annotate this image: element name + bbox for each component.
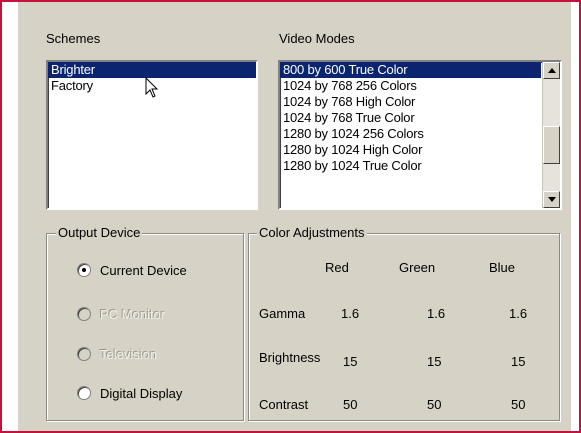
scroll-down-button[interactable] <box>543 191 560 208</box>
video-modes-label: Video Modes <box>279 31 355 46</box>
gamma-green-value[interactable]: 1.6 <box>427 306 445 321</box>
radio-label: Digital Display <box>100 385 183 401</box>
row-label-gamma: Gamma <box>259 306 306 321</box>
video-mode-item[interactable]: 1280 by 1024 True Color <box>280 158 560 174</box>
mouse-cursor-icon <box>145 77 159 98</box>
radio-icon <box>77 307 91 321</box>
video-mode-item[interactable]: 1280 by 1024 High Color <box>280 142 560 158</box>
column-header-blue: Blue <box>489 260 516 275</box>
video-mode-item[interactable]: 1024 by 768 High Color <box>280 94 560 110</box>
gamma-blue-value[interactable]: 1.6 <box>509 306 527 321</box>
video-modes-listbox[interactable]: 800 by 600 True Color 1024 by 768 256 Co… <box>278 60 562 210</box>
scheme-item-brighter[interactable]: Brighter <box>48 62 256 78</box>
video-mode-item[interactable]: 1280 by 1024 256 Colors <box>280 126 560 142</box>
radio-icon <box>77 386 91 400</box>
video-mode-item[interactable]: 1024 by 768 True Color <box>280 110 560 126</box>
gamma-red-value[interactable]: 1.6 <box>341 306 359 321</box>
radio-label: PC Monitor <box>100 306 166 322</box>
dialog-panel: Schemes Brighter Factory Video Modes 800… <box>18 2 571 431</box>
video-modes-scrollbar[interactable] <box>542 62 560 208</box>
column-header-red: Red <box>325 260 349 275</box>
brightness-blue-value[interactable]: 15 <box>511 354 525 369</box>
video-mode-item[interactable]: 1024 by 768 256 Colors <box>280 78 560 94</box>
scroll-up-button[interactable] <box>543 62 560 79</box>
radio-label: Television <box>100 346 158 362</box>
scroll-thumb[interactable] <box>543 126 560 164</box>
up-arrow-icon <box>548 68 556 73</box>
contrast-green-value[interactable]: 50 <box>427 397 441 412</box>
window-frame: Schemes Brighter Factory Video Modes 800… <box>0 0 581 433</box>
output-device-title: Output Device <box>56 225 143 240</box>
radio-television[interactable]: Television <box>77 344 157 364</box>
radio-label: Current Device <box>100 262 187 278</box>
radio-icon <box>77 347 91 361</box>
radio-current-device[interactable]: Current Device <box>77 260 187 280</box>
video-mode-item[interactable]: 800 by 600 True Color <box>280 62 541 78</box>
contrast-blue-value[interactable]: 50 <box>511 397 525 412</box>
brightness-green-value[interactable]: 15 <box>427 354 441 369</box>
row-label-brightness: Brightness <box>259 350 321 365</box>
down-arrow-icon <box>548 197 556 202</box>
schemes-label: Schemes <box>46 31 101 46</box>
column-header-green: Green <box>399 260 436 275</box>
color-adjustments-group: Color Adjustments Red Green Blue Gamma 1… <box>248 225 560 421</box>
radio-digital-display[interactable]: Digital Display <box>77 383 182 403</box>
color-adjustments-title: Color Adjustments <box>257 225 367 240</box>
row-label-contrast: Contrast <box>259 397 309 412</box>
radio-pc-monitor[interactable]: PC Monitor <box>77 304 165 324</box>
contrast-red-value[interactable]: 50 <box>343 397 357 412</box>
radio-checked-icon <box>77 263 91 277</box>
output-device-group: Output Device Current Device PC Monitor … <box>46 225 244 421</box>
brightness-red-value[interactable]: 15 <box>343 354 357 369</box>
